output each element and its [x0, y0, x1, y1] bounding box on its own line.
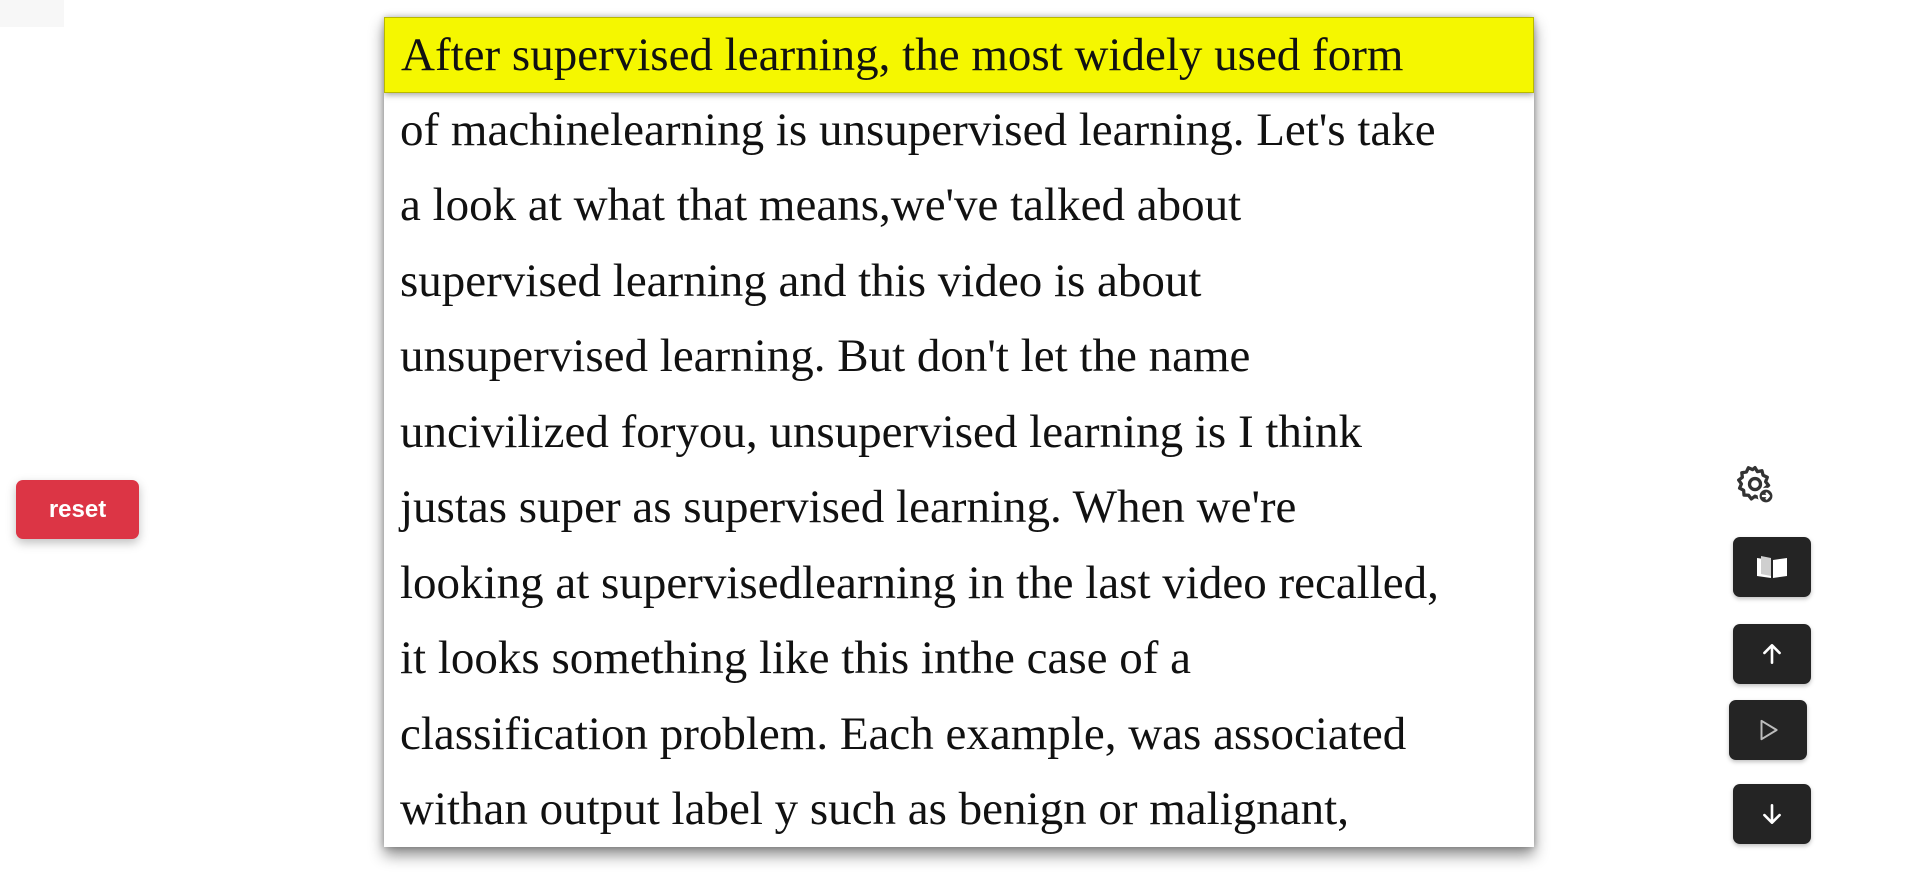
reader-line: supervised learning and this video is ab… [400, 254, 1202, 307]
open-book-icon [1757, 556, 1787, 578]
play-button[interactable] [1729, 700, 1807, 760]
reader-line-highlighted: After supervised learning, the most wide… [384, 17, 1534, 93]
reader-panel: After supervised learning, the most wide… [384, 17, 1534, 847]
reader-line: looking at supervisedlearning in the las… [400, 556, 1439, 609]
corner-box [0, 0, 64, 27]
settings-gear-icon[interactable] [1733, 463, 1777, 507]
reader-line: a look at what that means,we've talked a… [400, 179, 1242, 231]
reader-line: it looks something like this inthe case … [400, 632, 1192, 684]
scroll-up-button[interactable] [1733, 624, 1811, 684]
reader-line: withan output label y such as benign or … [400, 783, 1349, 835]
play-icon [1760, 719, 1778, 741]
scroll-down-button[interactable] [1733, 784, 1811, 844]
arrow-down-icon [1763, 804, 1781, 824]
reset-button[interactable]: reset [16, 480, 139, 539]
open-book-button[interactable] [1733, 537, 1811, 597]
reader-line: justas super as supervised learning. Whe… [400, 481, 1297, 533]
reader-line: classification problem. Each example, wa… [400, 707, 1407, 760]
reader-line: unsupervised learning. But don't let the… [400, 330, 1251, 382]
arrow-up-icon [1763, 644, 1781, 664]
reader-line: of machinelearning is unsupervised learn… [400, 103, 1436, 156]
reader-line: uncivilized foryou, unsupervised learnin… [400, 405, 1362, 458]
